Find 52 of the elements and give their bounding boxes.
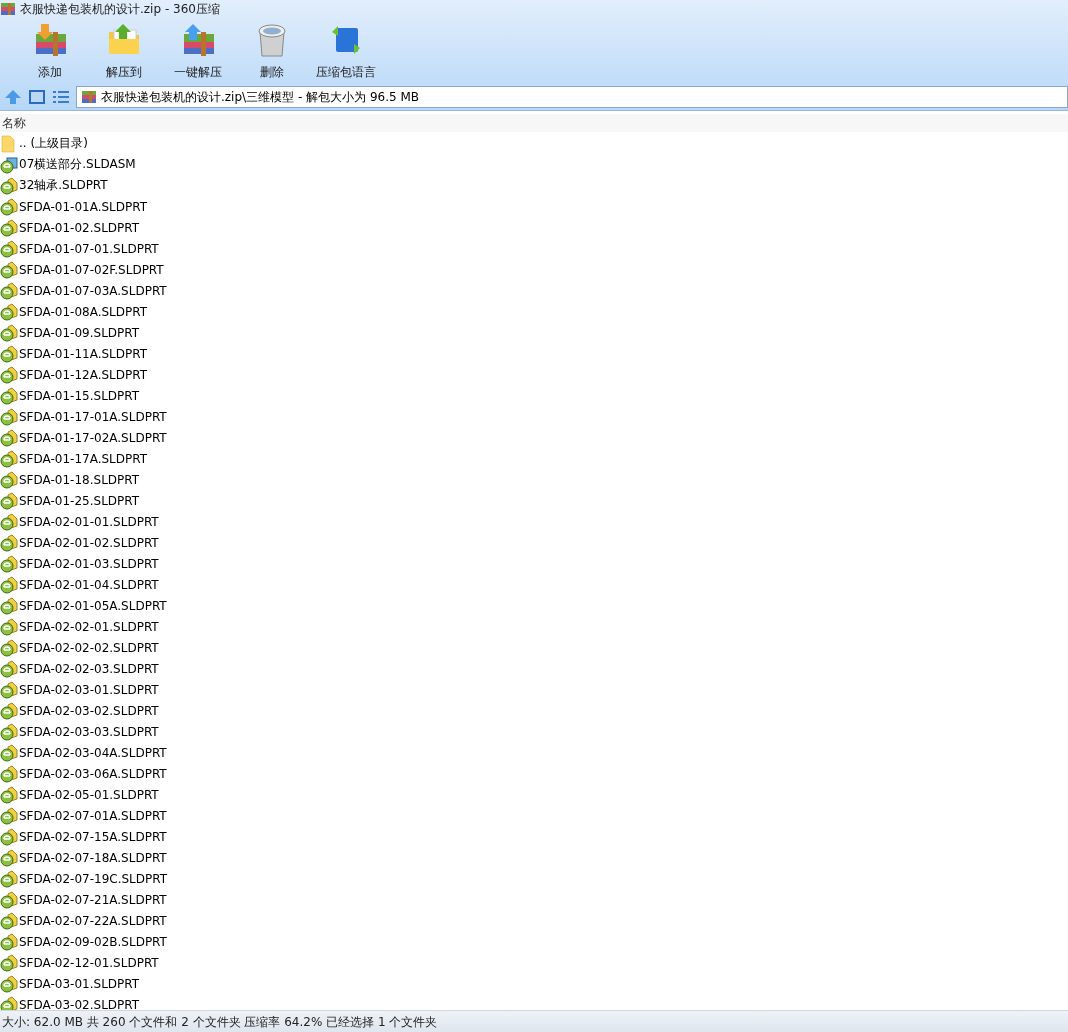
file-name[interactable]: SFDA-02-03-02.SLDPRT	[19, 703, 159, 718]
file-name[interactable]: SFDA-02-09-02B.SLDPRT	[19, 934, 167, 949]
toolbar-button[interactable]: 删除	[236, 18, 308, 84]
file-name[interactable]: SFDA-02-07-15A.SLDPRT	[19, 829, 167, 844]
file-name[interactable]: SFDA-02-02-02.SLDPRT	[19, 640, 159, 655]
file-name[interactable]: SFDA-02-02-01.SLDPRT	[19, 619, 159, 634]
file-name[interactable]: SFDA-02-07-18A.SLDPRT	[19, 850, 167, 865]
file-name[interactable]: SFDA-02-01-03.SLDPRT	[19, 556, 159, 571]
toolbar-button[interactable]: 解压到	[88, 18, 160, 84]
file-name[interactable]: SFDA-01-01A.SLDPRT	[19, 199, 148, 214]
file-name[interactable]: SFDA-02-05-01.SLDPRT	[19, 787, 159, 802]
file-name[interactable]: SFDA-02-07-22A.SLDPRT	[19, 913, 167, 928]
file-name[interactable]: 07横送部分.SLDASM	[19, 156, 136, 173]
file-name[interactable]: SFDA-01-18.SLDPRT	[19, 472, 140, 487]
file-name[interactable]: SFDA-02-01-02.SLDPRT	[19, 535, 159, 550]
file-name[interactable]: SFDA-01-25.SLDPRT	[19, 493, 140, 508]
file-name[interactable]: SFDA-02-03-01.SLDPRT	[19, 682, 159, 697]
file-name[interactable]: SFDA-02-01-04.SLDPRT	[19, 577, 159, 592]
toolbar-button[interactable]: 添加	[14, 18, 86, 84]
file-name[interactable]: SFDA-02-03-03.SLDPRT	[19, 724, 159, 739]
file-name[interactable]: SFDA-03-01.SLDPRT	[19, 976, 140, 991]
file-name[interactable]: SFDA-01-12A.SLDPRT	[19, 367, 148, 382]
file-name[interactable]: SFDA-02-07-01A.SLDPRT	[19, 808, 167, 823]
file-name[interactable]: SFDA-02-03-06A.SLDPRT	[19, 766, 167, 781]
file-name[interactable]: SFDA-02-07-21A.SLDPRT	[19, 892, 167, 907]
address-path: 衣服快递包装机的设计.zip\三维模型 - 解包大小为 96.5 MB	[101, 88, 419, 106]
file-name[interactable]: SFDA-03-02.SLDPRT	[19, 997, 140, 1010]
file-name[interactable]: SFDA-01-07-03A.SLDPRT	[19, 283, 167, 298]
file-name[interactable]: SFDA-02-01-05A.SLDPRT	[19, 598, 167, 613]
toolbar-button[interactable]: 压缩包语言	[310, 18, 382, 84]
file-name[interactable]: SFDA-01-09.SLDPRT	[19, 325, 140, 340]
file-name[interactable]: SFDA-01-17-01A.SLDPRT	[19, 409, 167, 424]
address-field[interactable]: 衣服快递包装机的设计.zip\三维模型 - 解包大小为 96.5 MB	[76, 86, 1068, 108]
file-name[interactable]: SFDA-01-08A.SLDPRT	[19, 304, 148, 319]
file-name[interactable]: SFDA-01-07-01.SLDPRT	[19, 241, 159, 256]
file-name[interactable]: SFDA-01-17-02A.SLDPRT	[19, 430, 167, 445]
file-name[interactable]: .. (上级目录)	[19, 135, 88, 152]
file-name[interactable]: SFDA-01-17A.SLDPRT	[19, 451, 148, 466]
file-name[interactable]: SFDA-02-12-01.SLDPRT	[19, 955, 159, 970]
file-name[interactable]: SFDA-02-07-19C.SLDPRT	[19, 871, 168, 886]
window-title: 衣服快递包装机的设计.zip - 360压缩	[20, 0, 220, 18]
file-name[interactable]: SFDA-02-01-01.SLDPRT	[19, 514, 159, 529]
toolbar-button[interactable]: 一键解压	[162, 18, 234, 84]
column-header[interactable]: 名称	[2, 114, 26, 132]
file-name[interactable]: SFDA-01-11A.SLDPRT	[19, 346, 148, 361]
file-name[interactable]: SFDA-01-02.SLDPRT	[19, 220, 140, 235]
file-name[interactable]: SFDA-02-03-04A.SLDPRT	[19, 745, 167, 760]
file-name[interactable]: 32轴承.SLDPRT	[19, 177, 108, 194]
file-name[interactable]: SFDA-01-07-02F.SLDPRT	[19, 262, 164, 277]
status-text: 大小: 62.0 MB 共 260 个文件和 2 个文件夹 压缩率 64.2% 已经选择 1 个文件夹	[2, 1013, 438, 1031]
file-name[interactable]: SFDA-02-02-03.SLDPRT	[19, 661, 159, 676]
file-name[interactable]: SFDA-01-15.SLDPRT	[19, 388, 140, 403]
